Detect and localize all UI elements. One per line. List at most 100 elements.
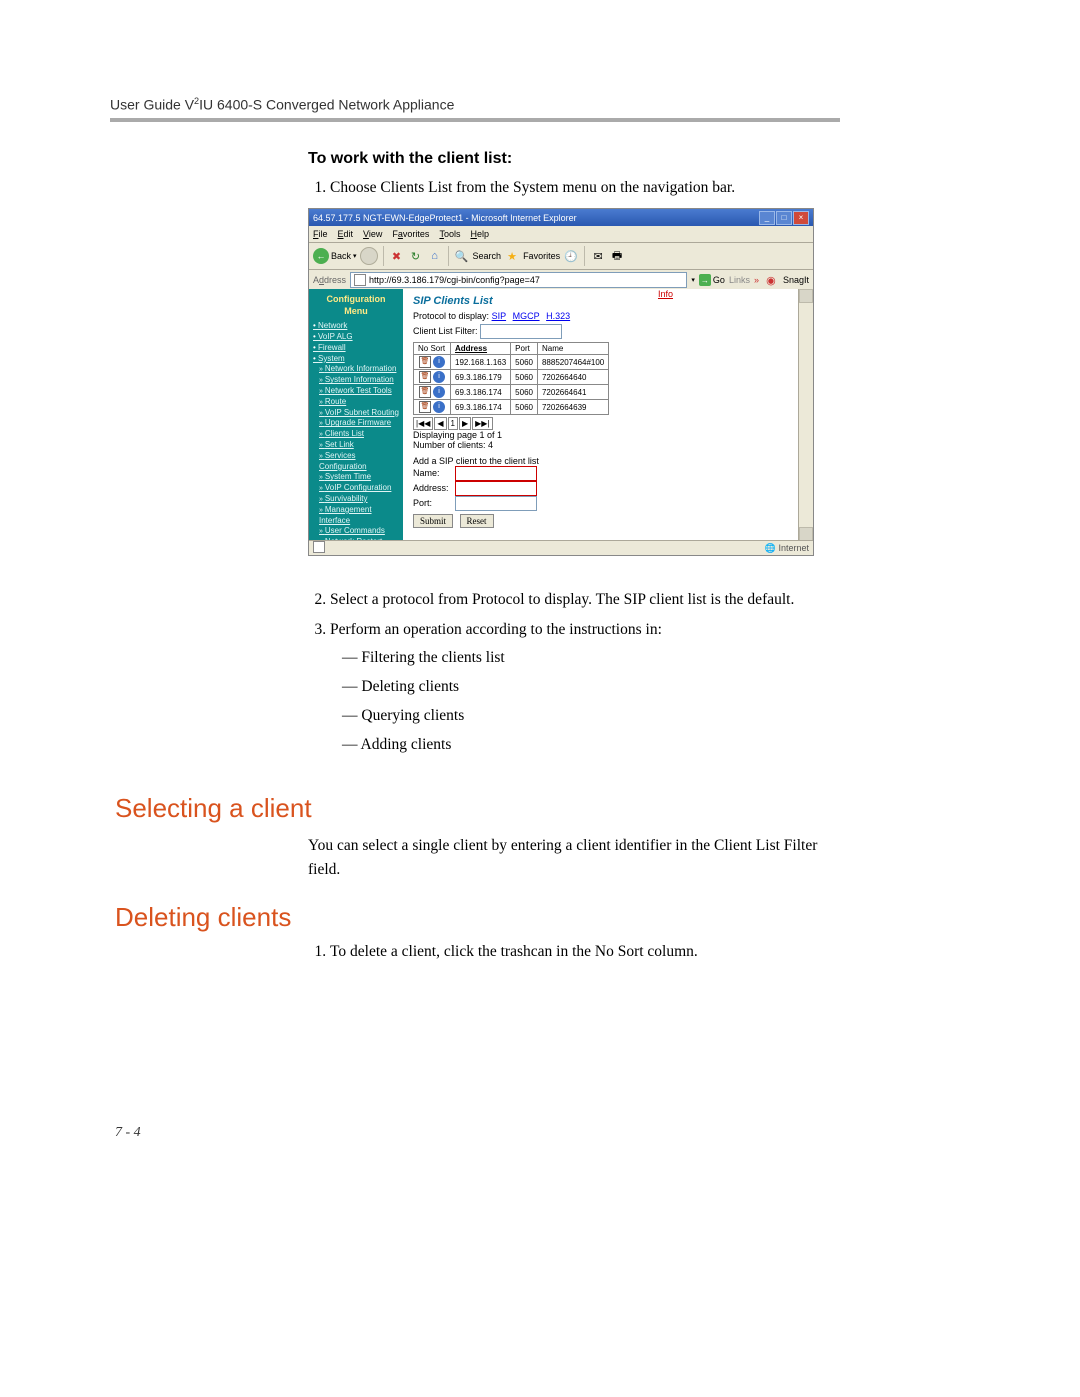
trash-icon[interactable]: 🗑 (419, 386, 431, 398)
proto-sip-link[interactable]: SIP (492, 311, 507, 321)
sidebar-item-usercmd[interactable]: User Commands (319, 526, 399, 537)
back-button[interactable]: ← Back▾ (313, 248, 357, 264)
menu-help: Help (470, 229, 489, 239)
table-row: 🗑i 192.168.1.16350608885207464#100 (414, 355, 609, 370)
info-icon[interactable]: i (433, 356, 445, 368)
heading-deleting-clients: Deleting clients (115, 902, 291, 933)
sidebar-item-route[interactable]: Route (319, 397, 399, 408)
links-label[interactable]: Links (729, 275, 750, 285)
info-icon[interactable]: i (433, 401, 445, 413)
sidebar-item-upgrade[interactable]: Upgrade Firmware (319, 418, 399, 429)
address-form-label: Address: (413, 483, 455, 493)
bullet-filtering: Filtering the clients list (342, 646, 838, 670)
ie-toolbar: ← Back▾ ✖ ↻ ⌂ 🔍 Search ★ Favorites 🕘 ✉ 🖶 (309, 243, 813, 270)
heading-selecting-client: Selecting a client (115, 793, 312, 824)
sidebar-item-clientslist[interactable]: Clients List (319, 429, 399, 440)
name-input[interactable] (455, 466, 537, 481)
port-input[interactable] (455, 496, 537, 511)
sidebar-item-voipcfg[interactable]: VoIP Configuration (319, 483, 399, 494)
menu-favorites: Favorites (392, 229, 429, 239)
submit-button[interactable]: Submit (413, 514, 453, 528)
favorites-label[interactable]: Favorites (523, 251, 560, 261)
pager-prev-icon: ◀ (434, 417, 446, 430)
info-link[interactable]: Info (658, 289, 673, 299)
proto-h323-link[interactable]: H.323 (546, 311, 570, 321)
sidebar-item-netinfo[interactable]: Network Information (319, 364, 399, 375)
print-icon[interactable]: 🖶 (609, 248, 625, 264)
sidebar-item-system[interactable]: System (313, 354, 399, 365)
trash-icon[interactable]: 🗑 (419, 356, 431, 368)
refresh-icon[interactable]: ↻ (408, 248, 424, 264)
sidebar-item-firewall[interactable]: Firewall (313, 343, 399, 354)
ie-statusbar: 🌐 Internet (309, 540, 813, 555)
history-icon[interactable]: 🕘 (563, 248, 579, 264)
address-input[interactable] (455, 481, 537, 496)
menu-file: File (313, 229, 328, 239)
search-icon[interactable]: 🔍 (454, 248, 470, 264)
trash-icon[interactable]: 🗑 (419, 401, 431, 413)
favorites-star-icon[interactable]: ★ (504, 248, 520, 264)
snagit-icon[interactable]: ◉ (763, 272, 779, 288)
sidebar-item-systime[interactable]: System Time (319, 472, 399, 483)
mail-icon[interactable]: ✉ (590, 248, 606, 264)
page-icon (354, 274, 366, 286)
maximize-icon[interactable]: □ (776, 211, 792, 225)
vertical-scrollbar[interactable] (798, 289, 813, 541)
address-field[interactable]: http://69.3.186.179/cgi-bin/config?page=… (350, 272, 687, 288)
forward-button[interactable] (360, 247, 378, 265)
paging-text: Displaying page 1 of 1 (413, 430, 803, 440)
info-icon[interactable]: i (433, 386, 445, 398)
sidebar-item-sysinfo[interactable]: System Information (319, 375, 399, 386)
protocol-label: Protocol to display: (413, 311, 489, 321)
sidebar-item-mgmt[interactable]: Management Interface (319, 505, 399, 527)
port-label: Port: (413, 498, 455, 508)
sidebar-item-voipsubnet[interactable]: VoIP Subnet Routing (319, 408, 399, 419)
info-icon[interactable]: i (433, 371, 445, 383)
status-left (313, 541, 325, 555)
sidebar-item-voipalg[interactable]: VoIP ALG (313, 332, 399, 343)
internet-zone-icon: 🌐 (765, 543, 776, 553)
page-header: User Guide V2IU 6400-S Converged Network… (110, 96, 454, 113)
add-client-instruction: Add a SIP client to the client list (413, 456, 803, 466)
page-number: 7 - 4 (115, 1125, 141, 1141)
pager-last-icon: ▶▶| (472, 417, 492, 430)
deleting-step-1: To delete a client, click the trashcan i… (330, 940, 838, 964)
back-icon: ← (313, 248, 329, 264)
sidebar-item-servcfg[interactable]: Services Configuration (319, 451, 399, 473)
table-row: 🗑i 69.3.186.17450607202664639 (414, 400, 609, 415)
trash-icon[interactable]: 🗑 (419, 371, 431, 383)
snagit-label[interactable]: SnagIt (783, 275, 809, 285)
reset-button[interactable]: Reset (460, 514, 494, 528)
menu-tools: Tools (439, 229, 460, 239)
filter-input[interactable] (480, 324, 562, 339)
close-icon[interactable]: × (793, 211, 809, 225)
sidebar-item-setlink[interactable]: Set Link (319, 440, 399, 451)
sidebar-item-nettools[interactable]: Network Test Tools (319, 386, 399, 397)
bullet-querying: Querying clients (342, 704, 838, 728)
sidebar-item-network[interactable]: Network (313, 321, 399, 332)
filter-label: Client List Filter: (413, 326, 478, 336)
sidebar-title: ConfigurationMenu (313, 293, 399, 317)
subsection-heading: To work with the client list: (308, 150, 838, 168)
embedded-screenshot: 64.57.177.5 NGT-EWN-EdgeProtect1 - Micro… (308, 208, 814, 556)
pager[interactable]: |◀◀◀1▶▶▶| (413, 417, 803, 430)
sidebar-item-survivability[interactable]: Survivability (319, 494, 399, 505)
address-label: Address (313, 275, 346, 285)
home-icon[interactable]: ⌂ (427, 248, 443, 264)
ie-menubar[interactable]: File Edit View Favorites Tools Help (309, 226, 813, 243)
go-button[interactable]: →Go (699, 274, 725, 286)
stop-icon[interactable]: ✖ (389, 248, 405, 264)
clients-pane: Info SIP Clients List Protocol to displa… (403, 289, 813, 541)
bullet-deleting: Deleting clients (342, 675, 838, 699)
search-label[interactable]: Search (473, 251, 502, 261)
col-address[interactable]: Address (451, 343, 511, 355)
proto-mgcp-link[interactable]: MGCP (513, 311, 540, 321)
pane-title: SIP Clients List (413, 295, 803, 307)
ie-titlebar: 64.57.177.5 NGT-EWN-EdgeProtect1 - Micro… (309, 209, 813, 226)
window-title: 64.57.177.5 NGT-EWN-EdgeProtect1 - Micro… (313, 213, 577, 223)
minimize-icon[interactable]: _ (759, 211, 775, 225)
pager-page: 1 (448, 417, 458, 430)
col-name: Name (537, 343, 608, 355)
selecting-client-body: You can select a single client by enteri… (308, 834, 838, 882)
menu-view: View (363, 229, 382, 239)
